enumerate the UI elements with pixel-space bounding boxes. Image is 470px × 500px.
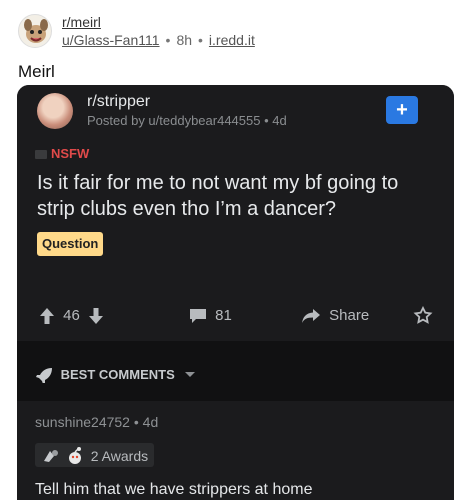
nsfw-flag-icon	[35, 150, 47, 160]
award-icon	[44, 450, 58, 463]
sort-best-comments: BEST COMMENTS	[35, 366, 196, 384]
chevron-down-icon	[185, 371, 196, 377]
snoo-avatar-icon[interactable]	[18, 14, 52, 48]
vote-group: 46	[39, 303, 104, 329]
post-header: r/meirl u/Glass-Fan111 • 8h • i.redd.it	[18, 8, 458, 52]
share-label: Share	[329, 307, 370, 325]
comments-button: 81	[189, 303, 236, 329]
comment-awards: 2 Awards	[35, 443, 155, 467]
post-title[interactable]: Meirl	[18, 62, 55, 82]
join-button: +	[386, 96, 418, 124]
rocket-icon	[36, 367, 52, 384]
post-meta: u/Glass-Fan111 • 8h • i.redd.it	[62, 32, 255, 48]
award-button	[413, 303, 433, 329]
vote-count: 46	[63, 307, 80, 325]
comment-author: sunshine24752 • 4d	[35, 414, 159, 430]
embedded-post-title: Is it fair for me to not want my bf goin…	[37, 172, 399, 220]
award-icon	[68, 447, 81, 465]
comment-count: 81	[215, 307, 232, 325]
downvote-arrow-icon	[89, 308, 104, 325]
action-bar: 46 81 Share	[17, 303, 454, 331]
embedded-post-meta: Posted by u/teddybear444555 • 4d	[87, 113, 287, 128]
share-arrow-icon	[302, 309, 320, 324]
embedded-subreddit: r/stripper	[87, 93, 151, 110]
subreddit-avatar	[37, 93, 73, 129]
comment-bubble-icon	[190, 309, 206, 324]
award-icon	[413, 305, 433, 324]
upvote-arrow-icon	[40, 308, 54, 325]
domain-link[interactable]: i.redd.it	[209, 32, 255, 48]
top-comment: sunshine24752 • 4d 2 Awards Tell him tha…	[17, 401, 454, 500]
post-image[interactable]: r/stripper Posted by u/teddybear444555 •…	[17, 85, 454, 500]
author-link[interactable]: u/Glass-Fan111	[62, 32, 160, 48]
comment-body: Tell him that we have strippers at home	[35, 481, 313, 498]
flair-badge: Question	[37, 232, 104, 256]
post-age: 8h	[176, 32, 193, 48]
subreddit-link[interactable]: r/meirl	[62, 14, 101, 30]
nsfw-tag: NSFW	[35, 146, 89, 161]
share-button: Share	[301, 303, 373, 329]
